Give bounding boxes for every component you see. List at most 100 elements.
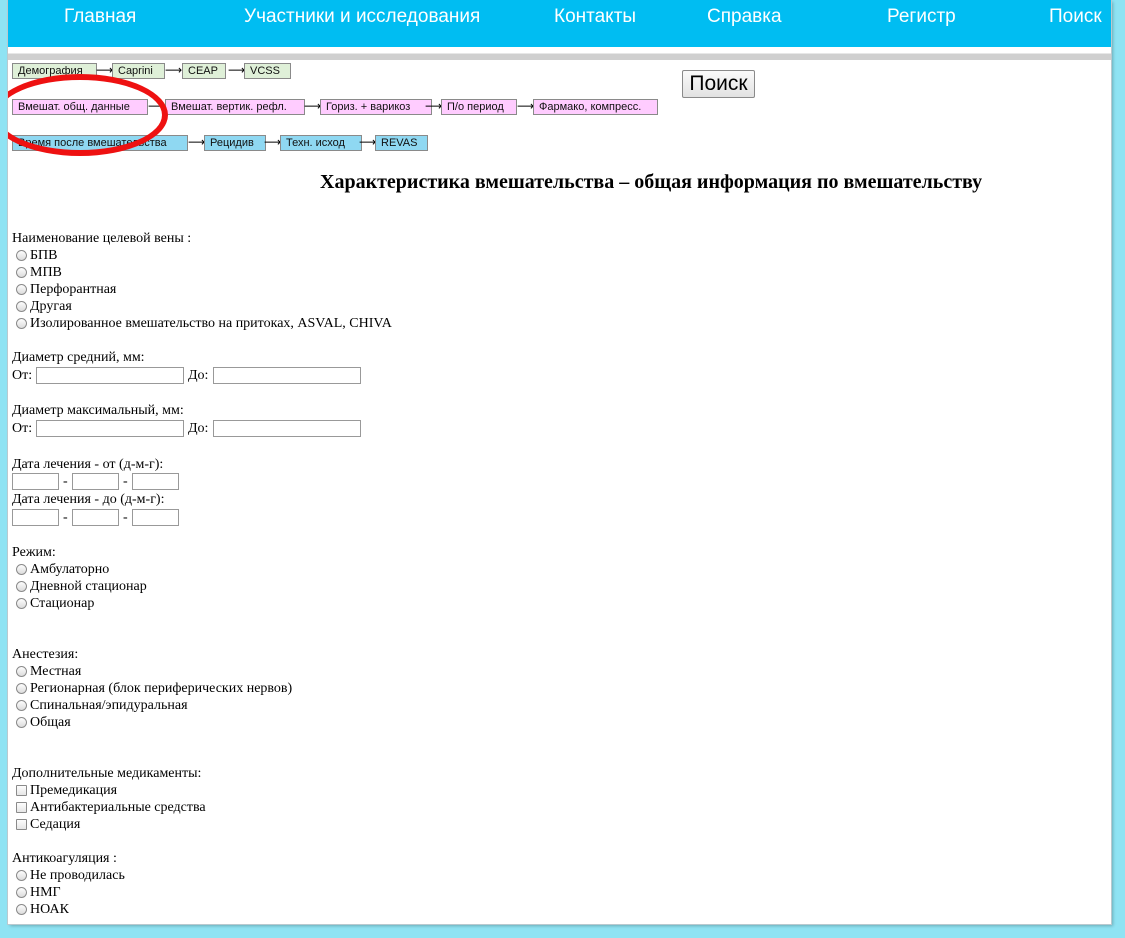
nav-registry[interactable]: Регистр bbox=[887, 6, 956, 28]
diameter-max-from-input[interactable] bbox=[36, 420, 184, 437]
extra-meds-option[interactable]: Премедикация bbox=[16, 782, 117, 799]
step-vcss[interactable]: VCSS bbox=[244, 63, 291, 79]
nav-help[interactable]: Справка bbox=[707, 6, 782, 28]
nav-search[interactable]: Поиск bbox=[1049, 6, 1102, 28]
radio-button[interactable] bbox=[16, 581, 27, 592]
option-label: Регионарная (блок периферических нервов) bbox=[30, 680, 293, 696]
date-from-month-input[interactable] bbox=[72, 473, 119, 490]
option-label: Антибактериальные средства bbox=[30, 799, 206, 815]
option-label: Перфорантная bbox=[30, 281, 117, 297]
option-label: Общая bbox=[30, 714, 71, 730]
step-recurrence[interactable]: Рецидив bbox=[204, 135, 266, 151]
search-button[interactable]: Поиск bbox=[682, 70, 755, 98]
mode-option[interactable]: Стационар bbox=[16, 595, 94, 612]
radio-button[interactable] bbox=[16, 564, 27, 575]
diameter-max-to-input[interactable] bbox=[213, 420, 361, 437]
nav-home[interactable]: Главная bbox=[64, 6, 136, 28]
radio-button[interactable] bbox=[16, 700, 27, 711]
page-title: Характеристика вмешательства – общая инф… bbox=[320, 171, 983, 193]
date-from-year-input[interactable] bbox=[132, 473, 179, 490]
radio-button[interactable] bbox=[16, 666, 27, 677]
target-vein-option[interactable]: Перфорантная bbox=[16, 281, 116, 298]
mode-option[interactable]: Дневной стационар bbox=[16, 578, 147, 595]
anticoagulation-option[interactable]: НОАК bbox=[16, 901, 69, 918]
extra-meds-option[interactable]: Седация bbox=[16, 816, 80, 833]
date-separator: - bbox=[123, 474, 128, 489]
checkbox[interactable] bbox=[16, 819, 27, 830]
diameter-avg-from-label: От: bbox=[12, 368, 33, 383]
step-revas[interactable]: REVAS bbox=[375, 135, 428, 151]
step-horizontal-varicose[interactable]: Гориз. + варикоз bbox=[320, 99, 432, 115]
target-vein-label: Наименование целевой вены : bbox=[12, 231, 192, 246]
step-pharma-compression[interactable]: Фармако, компресс. bbox=[533, 99, 658, 115]
step-arrow: ⟶ bbox=[304, 99, 322, 113]
radio-button[interactable] bbox=[16, 284, 27, 295]
anesthesia-option[interactable]: Спинальная/эпидуральная bbox=[16, 697, 188, 714]
option-label: БПВ bbox=[30, 247, 58, 263]
step-postop-period[interactable]: П/о период bbox=[441, 99, 517, 115]
anticoagulation-option[interactable]: Не проводилась bbox=[16, 867, 125, 884]
radio-button[interactable] bbox=[16, 870, 27, 881]
date-to-year-input[interactable] bbox=[132, 509, 179, 526]
option-label: Седация bbox=[30, 816, 81, 832]
anticoagulation-option[interactable]: НМГ bbox=[16, 884, 61, 901]
anesthesia-label: Анестезия: bbox=[12, 647, 79, 662]
option-label: Амбулаторно bbox=[30, 561, 110, 577]
checkbox[interactable] bbox=[16, 802, 27, 813]
option-label: НМГ bbox=[30, 884, 61, 900]
radio-button[interactable] bbox=[16, 887, 27, 898]
radio-button[interactable] bbox=[16, 318, 27, 329]
radio-button[interactable] bbox=[16, 717, 27, 728]
step-arrow: ⟶ bbox=[517, 99, 535, 113]
target-vein-option[interactable]: Изолированное вмешательство на притоках,… bbox=[16, 315, 392, 332]
target-vein-option[interactable]: Другая bbox=[16, 298, 72, 315]
radio-button[interactable] bbox=[16, 267, 27, 278]
diameter-avg-from-input[interactable] bbox=[36, 367, 184, 384]
treatment-date-to-label: Дата лечения - до (д-м-г): bbox=[12, 492, 165, 507]
step-demography[interactable]: Демография bbox=[12, 63, 97, 79]
step-arrow: ⟶ bbox=[425, 99, 443, 113]
radio-button[interactable] bbox=[16, 904, 27, 915]
nav-contacts[interactable]: Контакты bbox=[554, 6, 636, 28]
radio-button[interactable] bbox=[16, 250, 27, 261]
diameter-max-from-label: От: bbox=[12, 421, 33, 436]
date-to-month-input[interactable] bbox=[72, 509, 119, 526]
treatment-date-from-label: Дата лечения - от (д-м-г): bbox=[12, 457, 164, 472]
step-arrow: ⟶ bbox=[165, 63, 183, 77]
radio-button[interactable] bbox=[16, 301, 27, 312]
checkbox[interactable] bbox=[16, 785, 27, 796]
extra-meds-option[interactable]: Антибактериальные средства bbox=[16, 799, 206, 816]
option-label: МПВ bbox=[30, 264, 62, 280]
option-label: Спинальная/эпидуральная bbox=[30, 697, 188, 713]
step-intervention-vertical-reflux[interactable]: Вмешат. вертик. рефл. bbox=[165, 99, 305, 115]
radio-button[interactable] bbox=[16, 598, 27, 609]
step-ceap[interactable]: CEAP bbox=[182, 63, 226, 79]
step-arrow: ⟶ bbox=[228, 63, 246, 77]
page-frame: Главная Участники и исследования Контакт… bbox=[8, 0, 1111, 924]
option-label: Стационар bbox=[30, 595, 95, 611]
anesthesia-option[interactable]: Общая bbox=[16, 714, 71, 731]
anesthesia-option[interactable]: Местная bbox=[16, 663, 81, 680]
option-label: Изолированное вмешательство на притоках,… bbox=[30, 315, 392, 331]
nav-participants[interactable]: Участники и исследования bbox=[244, 6, 480, 28]
option-label: Дневной стационар bbox=[30, 578, 147, 594]
mode-option[interactable]: Амбулаторно bbox=[16, 561, 109, 578]
step-technical-outcome[interactable]: Техн. исход bbox=[280, 135, 362, 151]
diameter-avg-to-label: До: bbox=[188, 368, 209, 383]
target-vein-option[interactable]: БПВ bbox=[16, 247, 58, 264]
step-intervention-general[interactable]: Вмешат. общ. данные bbox=[12, 99, 148, 115]
top-navigation: Главная Участники и исследования Контакт… bbox=[8, 0, 1111, 47]
step-arrow: ⟶ bbox=[359, 135, 377, 149]
diameter-avg-label: Диаметр средний, мм: bbox=[12, 350, 145, 365]
date-to-day-input[interactable] bbox=[12, 509, 59, 526]
radio-button[interactable] bbox=[16, 683, 27, 694]
target-vein-option[interactable]: МПВ bbox=[16, 264, 62, 281]
diameter-max-label: Диаметр максимальный, мм: bbox=[12, 403, 184, 418]
diameter-avg-to-input[interactable] bbox=[213, 367, 361, 384]
date-from-day-input[interactable] bbox=[12, 473, 59, 490]
step-caprini[interactable]: Caprini bbox=[112, 63, 165, 79]
option-label: НОАК bbox=[30, 901, 69, 917]
anesthesia-option[interactable]: Регионарная (блок периферических нервов) bbox=[16, 680, 292, 697]
option-label: Другая bbox=[30, 298, 72, 314]
step-time-after-intervention[interactable]: Время после вмешательства bbox=[12, 135, 188, 151]
